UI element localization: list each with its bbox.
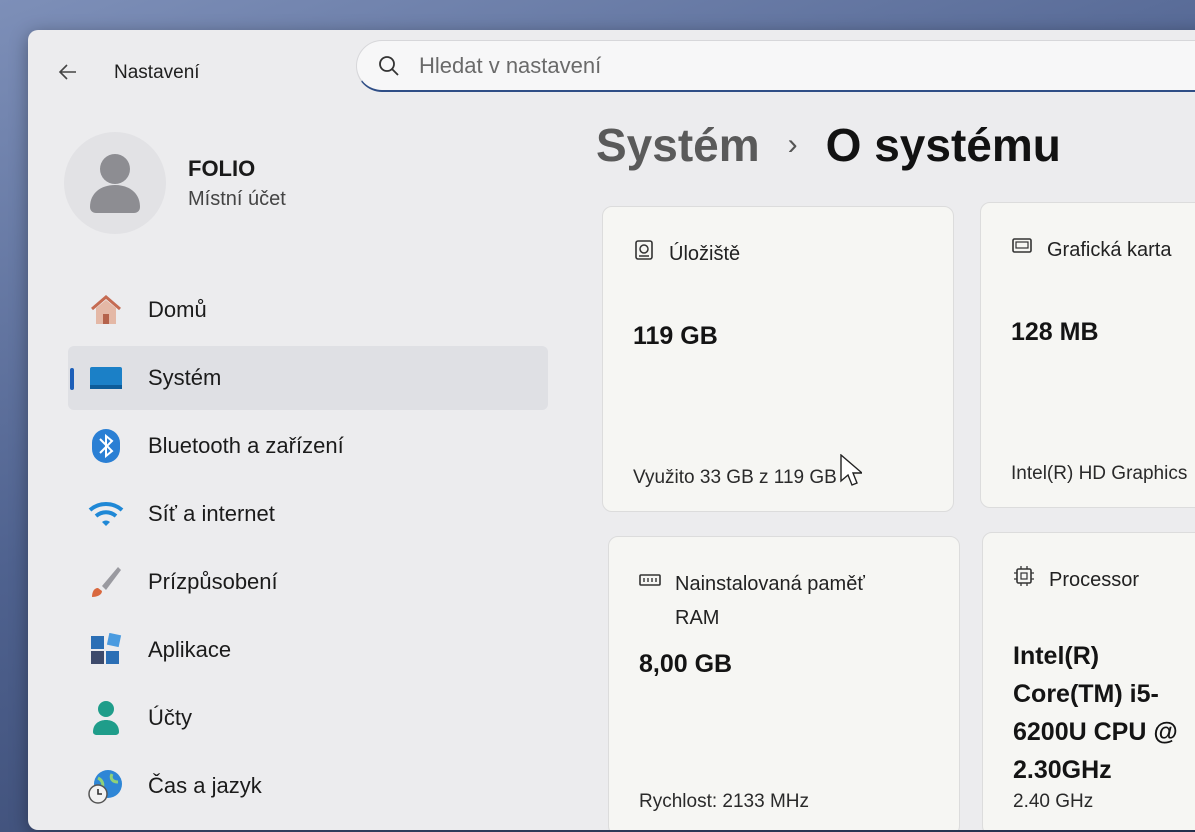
- wifi-icon: [86, 494, 126, 534]
- profile-account-type: Místní účet: [188, 187, 286, 210]
- apps-icon: [86, 630, 126, 670]
- card-title: Nainstalovaná paměť RAM: [675, 573, 865, 629]
- cpu-icon: [1014, 566, 1034, 586]
- globe-clock-icon: [86, 766, 126, 806]
- sidebar-item-home[interactable]: Domů: [68, 278, 548, 342]
- gpu-value: 128 MB: [1011, 318, 1099, 346]
- home-icon: [86, 290, 126, 330]
- sidebar-item-label: Systém: [148, 365, 222, 390]
- storage-card[interactable]: Úložiště 119 GB Využito 33 GB z 119 GB: [602, 206, 954, 512]
- cpu-card[interactable]: Processor Intel(R) Core(TM) i5-6200U CPU…: [982, 532, 1195, 830]
- settings-window: Nastavení FOLIO Místní účet: [28, 30, 1195, 830]
- storage-value: 119 GB: [633, 322, 718, 350]
- cpu-value: Intel(R) Core(TM) i5-6200U CPU @ 2.30GHz: [1013, 642, 1178, 784]
- mouse-cursor-icon: [840, 454, 862, 486]
- breadcrumb: Systém › O systému: [596, 118, 1061, 172]
- sidebar-item-label: Domů: [148, 297, 207, 322]
- storage-detail: Využito 33 GB z 119 GB: [633, 467, 837, 488]
- search-box[interactable]: [356, 40, 1195, 92]
- ram-card[interactable]: Nainstalovaná paměť RAM 8,00 GB Rychlost…: [608, 536, 960, 830]
- card-title: Grafická karta: [1047, 239, 1172, 261]
- sidebar-item-label: Čas a jazyk: [148, 773, 262, 798]
- arrow-left-icon: [58, 64, 76, 80]
- user-profile[interactable]: FOLIO Místní účet: [64, 132, 286, 234]
- gpu-detail: Intel(R) HD Graphics: [1011, 463, 1188, 484]
- chevron-right-icon: ›: [787, 128, 798, 161]
- person-icon: [86, 698, 126, 738]
- sidebar-item-network[interactable]: Síť a internet: [68, 482, 548, 546]
- back-button[interactable]: [52, 56, 84, 88]
- gpu-icon: [1012, 238, 1032, 253]
- sidebar-item-accounts[interactable]: Účty: [68, 686, 548, 750]
- sidebar-item-label: Účty: [148, 705, 192, 730]
- sidebar-item-label: Prízpůsobení: [148, 569, 278, 594]
- gpu-card[interactable]: Grafická karta 128 MB Intel(R) HD Graphi…: [980, 202, 1195, 508]
- sidebar-item-apps[interactable]: Aplikace: [68, 618, 548, 682]
- sidebar-item-personalization[interactable]: Prízpůsobení: [68, 550, 548, 614]
- sidebar-item-time-language[interactable]: Čas a jazyk: [68, 754, 548, 818]
- sidebar-item-bluetooth[interactable]: Bluetooth a zařízení: [68, 414, 548, 478]
- search-icon: [379, 55, 399, 76]
- breadcrumb-parent[interactable]: Systém: [596, 118, 760, 172]
- sidebar-item-label: Bluetooth a zařízení: [148, 433, 344, 458]
- user-icon: [90, 154, 140, 213]
- ram-detail: Rychlost: 2133 MHz: [639, 791, 810, 812]
- cpu-detail: 2.40 GHz: [1013, 791, 1094, 812]
- search-input[interactable]: [419, 52, 1119, 79]
- ram-value: 8,00 GB: [639, 650, 733, 678]
- ram-icon: [639, 574, 661, 586]
- bluetooth-icon: [86, 426, 126, 466]
- sidebar-nav: Domů Systém Bluetooth a zařízení Síť a i…: [68, 278, 548, 822]
- card-title: Úložiště: [669, 243, 741, 265]
- monitor-icon: [86, 358, 126, 398]
- page-title: O systému: [825, 119, 1061, 171]
- profile-name: FOLIO: [188, 155, 256, 181]
- avatar: [64, 132, 166, 234]
- card-title: Processor: [1049, 569, 1140, 591]
- sidebar-item-label: Síť a internet: [148, 501, 275, 526]
- title-bar: Nastavení: [28, 30, 1195, 110]
- sidebar-item-label: Aplikace: [148, 637, 232, 662]
- sidebar-item-system[interactable]: Systém: [68, 346, 548, 410]
- storage-icon: [635, 240, 653, 260]
- brush-icon: [86, 562, 126, 602]
- app-title: Nastavení: [114, 62, 200, 83]
